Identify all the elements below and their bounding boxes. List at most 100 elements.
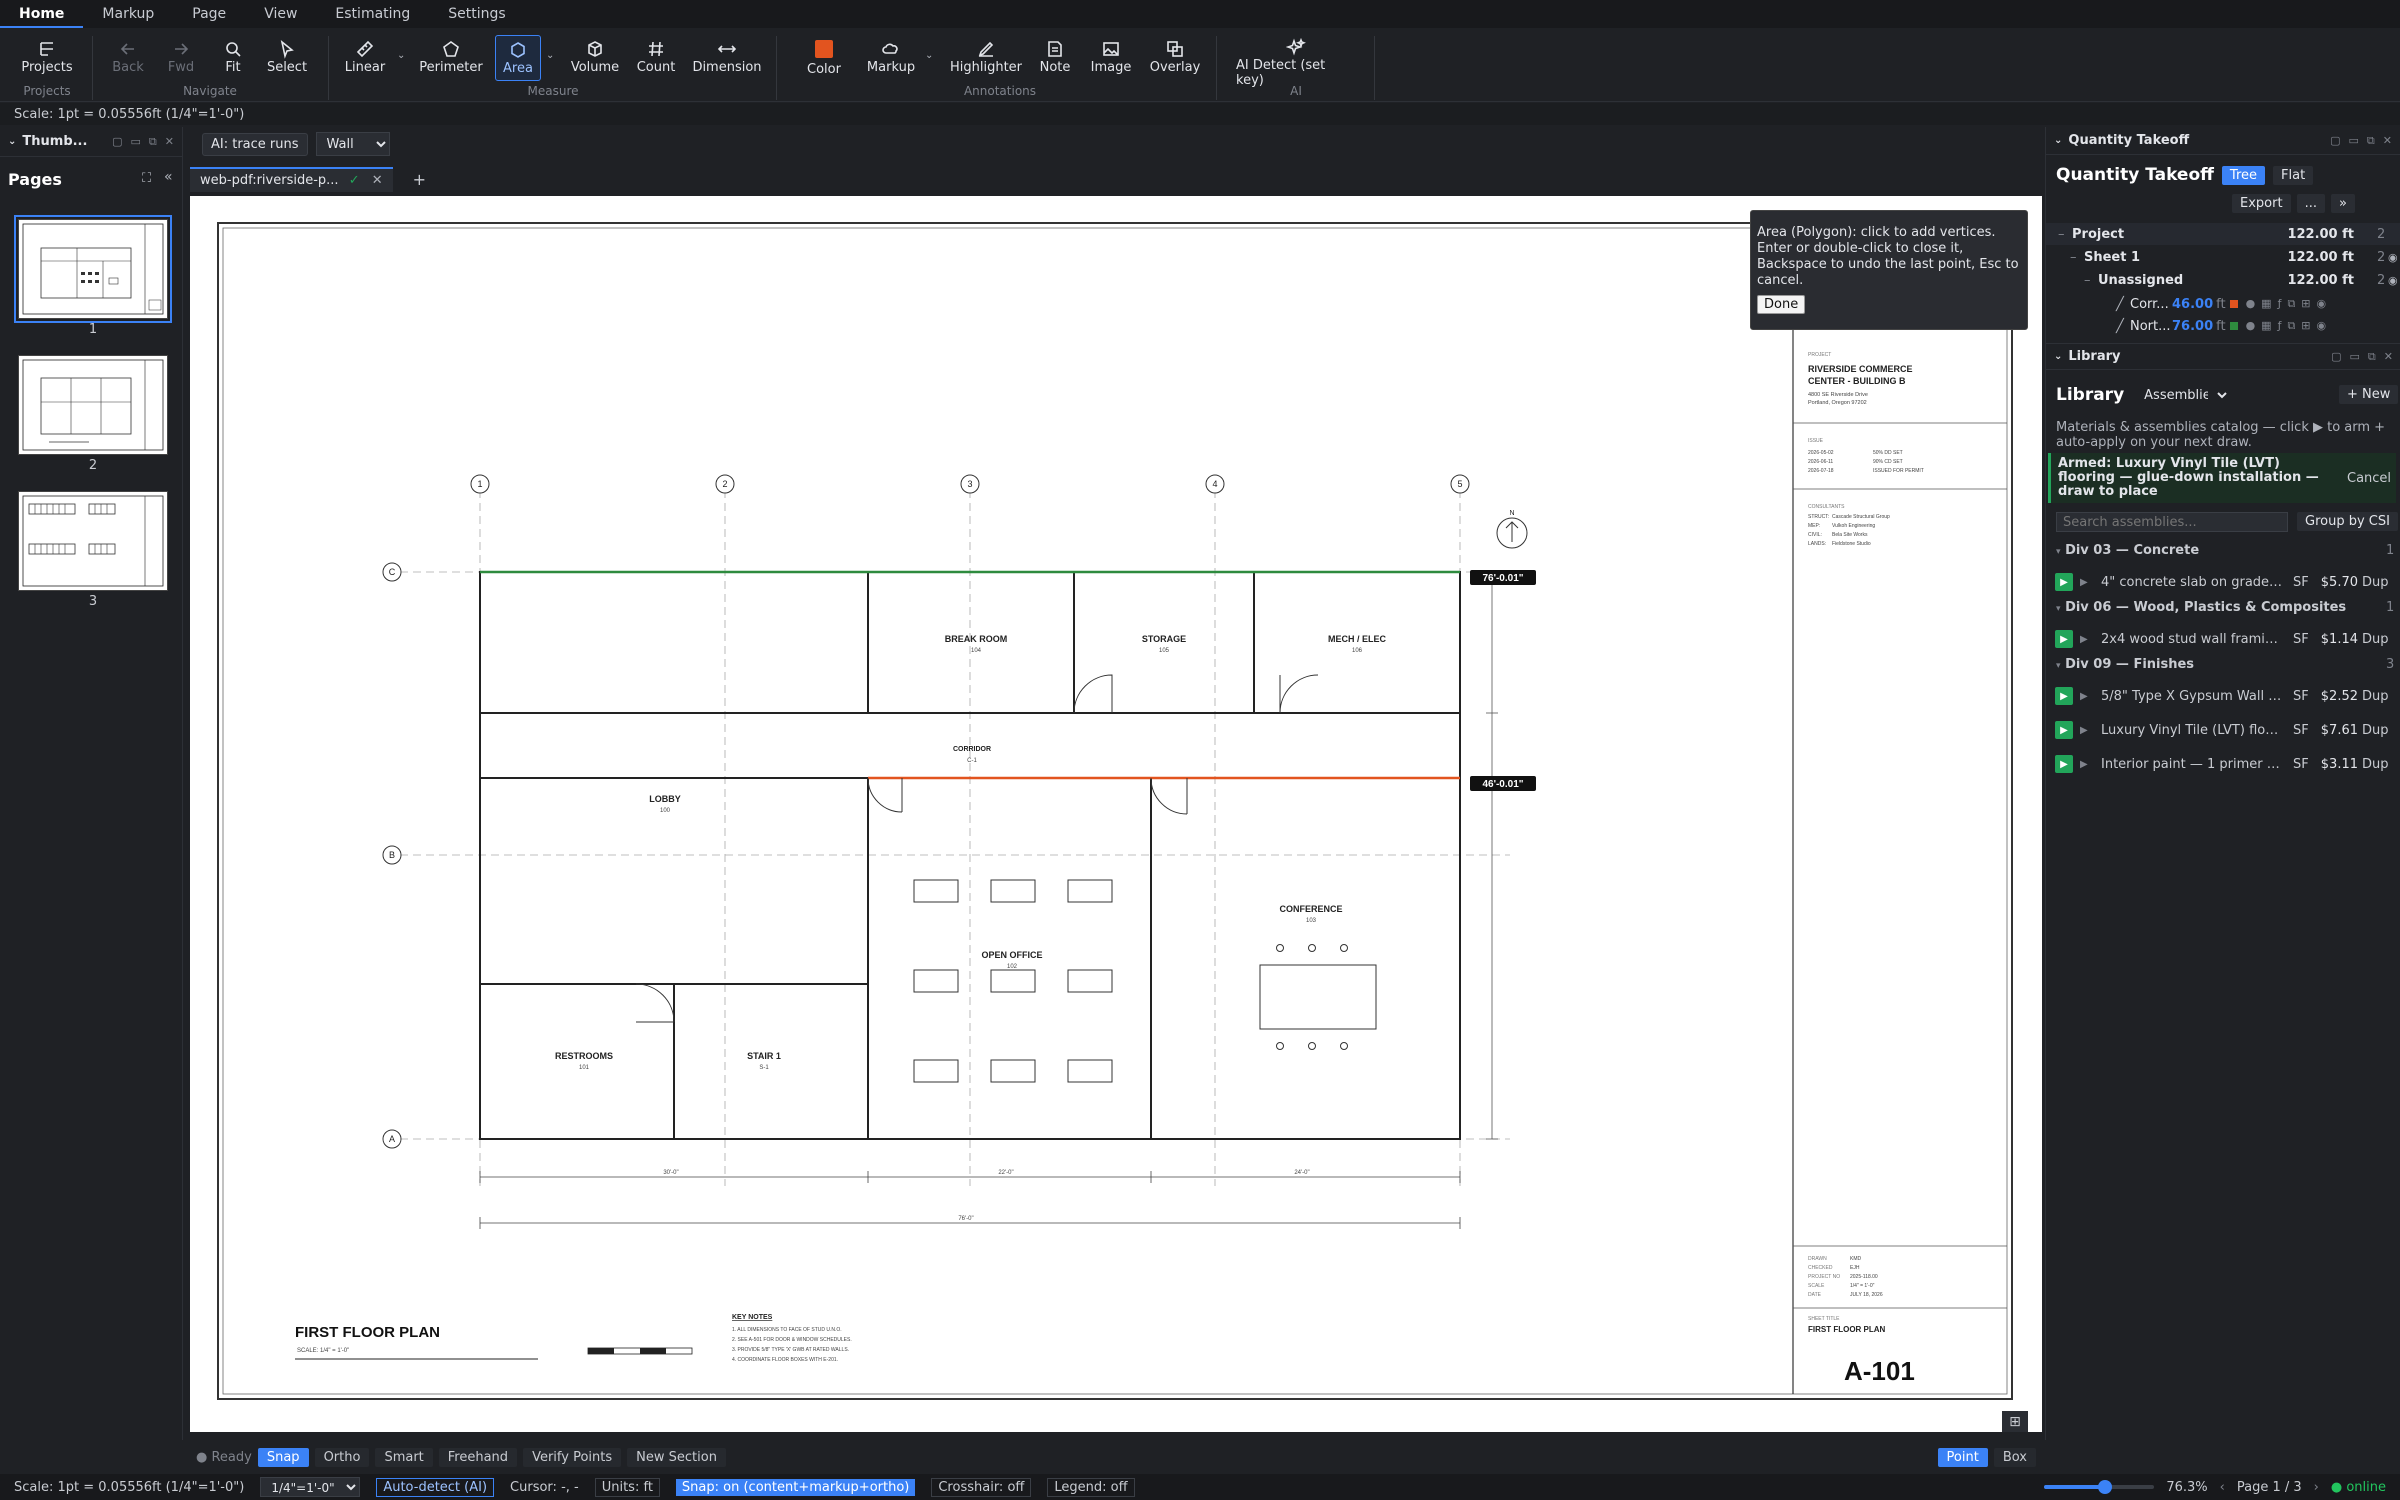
markup-button[interactable]: Markup [866,38,916,86]
auto-detect-toggle[interactable]: Auto-detect (AI) [376,1477,495,1497]
next-page-icon[interactable]: › [2314,1480,2319,1495]
play-icon[interactable]: ▶ [2055,573,2073,591]
expand-icon[interactable]: ▶ [2080,725,2088,736]
export-button[interactable]: Export [2232,194,2291,213]
layer-select[interactable]: Wall [315,132,390,156]
play-icon[interactable]: ▶ [2055,755,2073,773]
tree-view-toggle[interactable]: Tree [2221,165,2266,185]
add-tab-button[interactable]: + [413,170,426,189]
popout-icon[interactable]: ⧉ [2367,134,2375,148]
ai-trace-button[interactable]: AI: trace runs [202,132,308,156]
dup-button[interactable]: Dup [2362,757,2389,772]
crosshair-status[interactable]: Crosshair: off [931,1477,1032,1497]
page-thumbnail[interactable] [14,215,172,323]
play-icon[interactable]: ▶ [2055,687,2073,705]
new-assembly-button[interactable]: + New [2339,385,2399,404]
color-button[interactable]: Color [804,38,844,86]
flat-view-toggle[interactable]: Flat [2273,165,2314,185]
close-tab-icon[interactable]: ✕ [372,173,383,188]
dup-button[interactable]: Dup [2362,632,2389,647]
dup-button[interactable]: Dup [2362,723,2389,738]
library-item[interactable]: ▶ ▶ Luxury Vinyl Tile (LVT) floor... SF … [2046,715,2400,745]
menu-markup[interactable]: Markup [83,0,173,28]
area-button[interactable]: Area [495,35,541,81]
group-by-csi-button[interactable]: Group by CSI [2297,512,2398,531]
done-button[interactable]: Done [1757,295,1806,314]
chevron-down-icon[interactable]: ⌄ [8,136,16,147]
dock-icon[interactable]: ▢ [2330,134,2340,148]
item-action-icons[interactable]: ●▦ƒ⧉⊞◉ [2246,319,2333,333]
scale-select[interactable]: 1/4"=1'-0" [260,1477,361,1497]
color-swatch[interactable] [2229,322,2238,330]
menu-settings[interactable]: Settings [429,0,524,28]
forward-button[interactable]: Fwd [163,38,199,86]
zoom-slider-handle[interactable] [2097,1480,2112,1494]
item-action-icons[interactable]: ●▦ƒ⧉⊞◉ [2246,297,2333,311]
fullscreen-icon[interactable]: ⛶ [142,171,151,186]
note-button[interactable]: Note [1038,38,1072,86]
new-section-button[interactable]: New Section [627,1447,726,1467]
linear-button[interactable]: Linear [343,38,387,86]
library-item[interactable]: ▶ ▶ 2x4 wood stud wall framing... SF $1.… [2046,624,2400,654]
snap-toggle[interactable]: Snap [257,1447,309,1467]
library-mode-select[interactable]: Assemblies [2134,384,2231,406]
color-swatch[interactable] [2229,300,2238,308]
search-assemblies-input[interactable] [2056,512,2288,532]
dock-icon[interactable]: ▢ [112,135,122,149]
cancel-armed-button[interactable]: Cancel [2347,471,2391,486]
close-icon[interactable]: ✕ [2384,350,2393,364]
library-item[interactable]: ▶ ▶ Interior paint — 1 primer co... SF $… [2046,749,2400,779]
expand-icon[interactable]: ▶ [2080,634,2088,645]
split-icon[interactable]: ▭ [131,135,141,149]
dup-button[interactable]: Dup [2362,575,2389,590]
zoom-slider[interactable] [2044,1480,2155,1494]
takeoff-item-north[interactable]: ╱ Nort... 76.00 ft ●▦ƒ⧉⊞◉ [2046,315,2400,337]
expand-icon[interactable]: ▶ [2080,759,2088,770]
takeoff-item-corridor[interactable]: ╱ Corr... 46.00 ft ●▦ƒ⧉⊞◉ [2046,293,2400,315]
chevron-down-icon[interactable]: ⌄ [397,50,405,61]
menu-estimating[interactable]: Estimating [316,0,429,28]
measure-tag[interactable]: 46'-0.01" [1470,776,1536,791]
tree-row-sheet[interactable]: – Sheet 1 122.00 ft 2 ◉ [2046,246,2400,268]
close-icon[interactable]: ✕ [2383,134,2392,148]
freehand-toggle[interactable]: Freehand [438,1447,518,1467]
prev-page-icon[interactable]: ‹ [2220,1480,2225,1495]
perimeter-button[interactable]: Perimeter [419,38,483,86]
menu-home[interactable]: Home [0,0,84,28]
popout-icon[interactable]: ⧉ [149,135,157,149]
volume-button[interactable]: Volume [570,38,620,86]
split-icon[interactable]: ▭ [2350,350,2360,364]
page-thumbnail[interactable] [18,355,168,455]
library-category[interactable]: ▾ Div 06 — Wood, Plastics & Composites 1 [2046,600,2400,622]
library-item[interactable]: ▶ ▶ 5/8" Type X Gypsum Wall B... SF $2.5… [2046,681,2400,711]
popout-icon[interactable]: ⧉ [2368,350,2376,364]
select-button[interactable]: Select [266,38,308,86]
dock-icon[interactable]: ▢ [2331,350,2341,364]
chevron-down-icon[interactable]: ⌄ [925,50,933,61]
tree-row-project[interactable]: – Project 122.00 ft 2 [2046,223,2400,245]
play-icon[interactable]: ▶ [2055,721,2073,739]
collapse-icon[interactable]: « [164,169,173,185]
count-button[interactable]: Count [636,38,676,86]
dimension-button[interactable]: Dimension [692,38,762,86]
library-item[interactable]: ▶ ▶ 4" concrete slab on grade ... SF $5.… [2046,567,2400,597]
measure-tag[interactable]: 76'-0.01" [1470,570,1536,585]
snap-status[interactable]: Snap: on (content+markup+ortho) [675,1478,916,1496]
split-icon[interactable]: ▭ [2349,134,2359,148]
projects-button[interactable]: Projects [21,38,73,86]
legend-status[interactable]: Legend: off [1047,1477,1135,1497]
expand-panel-button[interactable]: » [2330,194,2355,213]
eye-icon[interactable]: ◉ [2388,274,2398,287]
expand-icon[interactable]: ▶ [2080,577,2088,588]
menu-view[interactable]: View [245,0,316,28]
chevron-down-icon[interactable]: ⌄ [2054,351,2062,362]
tree-row-unassigned[interactable]: – Unassigned 122.00 ft 2 ◉ [2046,269,2400,291]
overlay-button[interactable]: Overlay [1148,38,1202,86]
close-icon[interactable]: ✕ [165,135,174,149]
page-thumbnail[interactable] [18,491,168,591]
chevron-down-icon[interactable]: ⌄ [546,50,554,61]
chevron-down-icon[interactable]: ⌄ [2054,135,2062,146]
smart-toggle[interactable]: Smart [375,1447,433,1467]
image-button[interactable]: Image [1088,38,1134,86]
drawing-canvas[interactable]: PROJECT RIVERSIDE COMMERCE CENTER - BUIL… [190,196,2042,1432]
